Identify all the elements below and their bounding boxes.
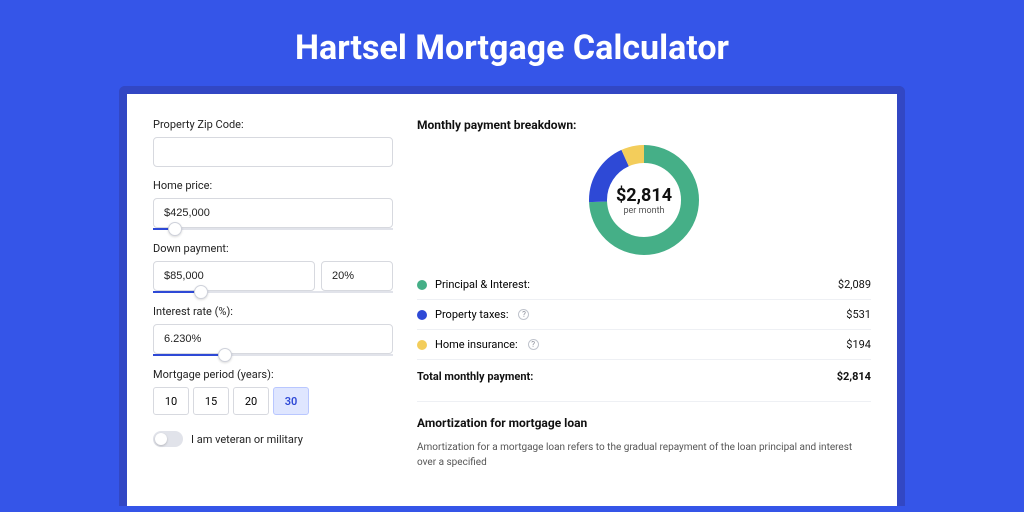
price-label: Home price:: [153, 179, 393, 192]
down-input[interactable]: [153, 261, 315, 291]
period-20[interactable]: 20: [233, 387, 269, 415]
period-15[interactable]: 15: [193, 387, 229, 415]
legend-row: Principal & Interest: $2,089: [417, 270, 871, 300]
breakdown-panel: Monthly payment breakdown: $2,814 per mo…: [417, 118, 871, 482]
legend-amount: $2,089: [838, 278, 871, 291]
legend-dot: [417, 340, 427, 350]
donut-chart: $2,814 per month: [584, 140, 704, 260]
period-group: 10152030: [153, 387, 393, 415]
breakdown-title: Monthly payment breakdown:: [417, 118, 871, 132]
legend-row: Property taxes:? $531: [417, 300, 871, 330]
legend-amount: $531: [846, 308, 871, 321]
legend-label: Property taxes:: [435, 308, 508, 321]
total-label: Total monthly payment:: [417, 370, 533, 383]
amort-body: Amortization for a mortgage loan refers …: [417, 440, 871, 470]
period-10[interactable]: 10: [153, 387, 189, 415]
rate-slider[interactable]: [153, 354, 393, 356]
donut-amount: $2,814: [616, 185, 672, 206]
veteran-label: I am veteran or military: [191, 433, 303, 446]
price-input[interactable]: [153, 198, 393, 228]
veteran-toggle[interactable]: [153, 431, 183, 447]
price-slider[interactable]: [153, 228, 393, 230]
total-amount: $2,814: [837, 370, 871, 383]
down-label: Down payment:: [153, 242, 393, 255]
rate-label: Interest rate (%):: [153, 305, 393, 318]
zip-input[interactable]: [153, 137, 393, 167]
legend-label: Principal & Interest:: [435, 278, 530, 291]
legend-amount: $194: [846, 338, 871, 351]
page-title: Hartsel Mortgage Calculator: [0, 0, 1024, 86]
legend-label: Home insurance:: [435, 338, 518, 351]
toggle-knob: [155, 433, 167, 445]
info-icon[interactable]: ?: [518, 309, 529, 320]
legend-dot: [417, 280, 427, 290]
donut-sub: per month: [623, 206, 664, 216]
form-panel: Property Zip Code: Home price: Down paym…: [153, 118, 393, 482]
period-label: Mortgage period (years):: [153, 368, 393, 381]
zip-label: Property Zip Code:: [153, 118, 393, 131]
legend-row: Home insurance:? $194: [417, 330, 871, 360]
rate-input[interactable]: [153, 324, 393, 354]
down-slider[interactable]: [153, 291, 393, 293]
legend-dot: [417, 310, 427, 320]
info-icon[interactable]: ?: [528, 339, 539, 350]
calculator-card: Property Zip Code: Home price: Down paym…: [119, 86, 905, 506]
down-pct-input[interactable]: [321, 261, 393, 291]
period-30[interactable]: 30: [273, 387, 309, 415]
amort-title: Amortization for mortgage loan: [417, 416, 871, 430]
